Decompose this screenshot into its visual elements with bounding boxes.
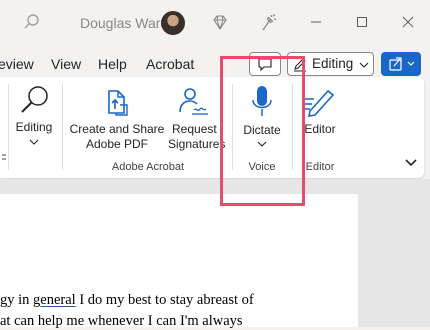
text-fragment: I do my best to stay abreast of — [75, 292, 254, 308]
search-icon[interactable] — [23, 13, 41, 36]
tab-view[interactable]: View — [51, 56, 81, 72]
create-share-label-line2: Adobe PDF — [85, 137, 149, 151]
tab-review[interactable]: eview — [0, 56, 34, 72]
editing-label: Editing — [15, 120, 53, 134]
underlined-word[interactable]: general — [33, 292, 76, 308]
create-share-adobe-pdf-button[interactable]: Create and Share Adobe PDF — [68, 82, 166, 152]
ribbon-divider — [8, 84, 9, 170]
ribbon-group-fragment-icon — [0, 150, 8, 162]
chevron-down-icon — [29, 139, 39, 145]
signature-icon — [179, 88, 208, 115]
ribbon-divider — [62, 84, 63, 170]
request-signatures-button[interactable]: Request Signatures — [166, 82, 226, 152]
editing-mode-label: Editing — [312, 56, 354, 71]
diamond-icon[interactable] — [210, 13, 230, 38]
text-fragment: gy in — [0, 292, 34, 308]
request-signatures-label-line2: Signatures — [168, 137, 226, 151]
group-label-adobe-acrobat: Adobe Acrobat — [111, 161, 185, 173]
document-text-line-2[interactable]: at can help me whenever I can I'm always — [0, 313, 243, 330]
create-share-label-line1: Create and Share — [69, 122, 165, 136]
chevron-down-icon — [405, 159, 417, 167]
chevron-down-icon — [359, 62, 369, 68]
maximize-button[interactable] — [346, 8, 378, 36]
avatar[interactable] — [161, 11, 185, 35]
highlight-rectangle — [220, 56, 305, 206]
close-button[interactable] — [392, 8, 424, 36]
pdf-export-icon — [108, 90, 128, 116]
share-button[interactable] — [381, 52, 421, 76]
editing-button[interactable]: Editing — [14, 82, 54, 152]
editor-pen-icon — [304, 89, 335, 117]
tab-help[interactable]: Help — [98, 56, 127, 72]
user-name[interactable]: Douglas Ware — [80, 15, 168, 31]
ribbon-collapse-button[interactable] — [402, 156, 420, 170]
share-icon — [389, 57, 402, 71]
magnifier-icon — [21, 86, 48, 113]
tab-acrobat[interactable]: Acrobat — [146, 56, 194, 72]
wand-icon[interactable] — [257, 13, 277, 38]
document-text-line-1[interactable]: gy in general I do my best to stay abrea… — [0, 292, 254, 309]
chevron-down-icon — [407, 61, 415, 66]
minimize-button[interactable] — [300, 8, 332, 36]
